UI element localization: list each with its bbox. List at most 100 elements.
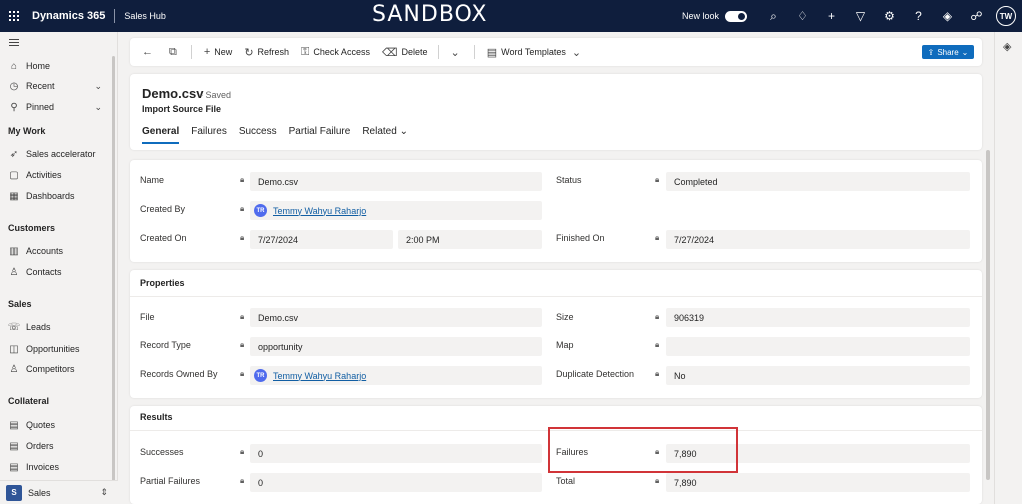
lock-icon: 🔒︎ xyxy=(655,175,660,184)
share-button[interactable]: ⇪ Share ⌄ xyxy=(922,45,974,59)
sidebar-scrollbar[interactable] xyxy=(112,56,115,496)
lock-icon: 🔒︎ xyxy=(240,369,245,378)
created-by-field[interactable]: TR Temmy Wahyu Raharjo xyxy=(250,201,542,220)
lock-icon: 🔒︎ xyxy=(240,312,245,321)
created-on-date-field[interactable]: 7/27/2024 xyxy=(250,230,393,249)
refresh-label: Refresh xyxy=(257,47,290,57)
sidebar-item-activities[interactable]: ▢ Activities xyxy=(0,166,110,184)
pin-icon: ⚲ xyxy=(10,101,18,113)
tab-related[interactable]: Related ⌄ xyxy=(362,126,408,144)
competitor-icon: ♙ xyxy=(9,363,19,375)
tab-failures[interactable]: Failures xyxy=(191,126,227,144)
created-on-label: Created On xyxy=(140,233,187,243)
sidebar-item-contacts[interactable]: ♙ Contacts xyxy=(0,263,110,281)
brand-name[interactable]: Dynamics 365 xyxy=(32,10,105,22)
divider xyxy=(473,45,475,59)
sidebar-item-invoices[interactable]: ▤ Invoices xyxy=(0,458,110,476)
word-templates-button[interactable]: ▤ Word Templates ⌄ xyxy=(487,46,585,59)
record-type-label: Record Type xyxy=(140,340,191,350)
lightbulb-icon[interactable]: ♢ xyxy=(788,9,817,23)
duplicate-detection-field[interactable]: No xyxy=(666,366,970,385)
record-type-field[interactable]: opportunity xyxy=(250,337,542,356)
tab-list: General Failures Success Partial Failure… xyxy=(142,126,420,144)
quote-icon: ▤ xyxy=(9,419,19,431)
lock-icon: 🔒︎ xyxy=(240,476,245,485)
chevron-down-icon[interactable]: ⌄ xyxy=(94,102,102,113)
sidebar-item-recent[interactable]: ◷ Recent ⌄ xyxy=(0,77,110,95)
records-owned-by-label: Records Owned By xyxy=(140,369,218,379)
check-access-button[interactable]: ⚿ Check Access xyxy=(301,46,370,59)
file-field[interactable]: Demo.csv xyxy=(250,308,542,327)
delete-button[interactable]: ⌫ Delete xyxy=(382,46,428,59)
size-field[interactable]: 906319 xyxy=(666,308,970,327)
records-owned-by-field[interactable]: TR Temmy Wahyu Raharjo xyxy=(250,366,542,385)
plus-icon[interactable]: + xyxy=(817,9,846,23)
app-name[interactable]: Sales Hub xyxy=(124,11,166,21)
sidebar-item-opportunities[interactable]: ◫ Opportunities xyxy=(0,340,110,358)
share-icon: ⇪ xyxy=(927,47,935,57)
main-scrollbar[interactable] xyxy=(986,150,990,480)
home-icon: ⌂ xyxy=(10,60,18,72)
finished-on-label: Finished On xyxy=(556,233,605,243)
activities-icon: ▢ xyxy=(9,169,19,181)
sidebar-item-competitors[interactable]: ♙ Competitors xyxy=(0,360,110,378)
status-label: Status xyxy=(556,175,582,185)
copilot-icon[interactable]: ◈ xyxy=(1003,40,1011,53)
environment-label: SANDBOX xyxy=(372,2,488,27)
sidebar-item-label: Contacts xyxy=(26,267,62,277)
chevron-down-icon[interactable]: ⌄ xyxy=(94,81,102,92)
nav-group-collateral: Collateral xyxy=(8,396,50,406)
status-field[interactable]: Completed xyxy=(666,172,970,191)
new-look-toggle[interactable] xyxy=(725,10,747,22)
name-field[interactable]: Demo.csv xyxy=(250,172,542,191)
records-owned-by-link[interactable]: Temmy Wahyu Raharjo xyxy=(273,371,366,381)
partial-failures-field[interactable]: 0 xyxy=(250,473,542,492)
successes-field[interactable]: 0 xyxy=(250,444,542,463)
user-initials-badge: TR xyxy=(254,204,267,217)
created-by-link[interactable]: Temmy Wahyu Raharjo xyxy=(273,206,366,216)
open-new-window-button[interactable]: ⧉ xyxy=(169,46,181,59)
sidebar-item-sales-accelerator[interactable]: ➶ Sales accelerator xyxy=(0,145,110,163)
file-label: File xyxy=(140,312,155,322)
total-field[interactable]: 7,890 xyxy=(666,473,970,492)
hamburger-icon[interactable] xyxy=(9,39,19,48)
tab-success[interactable]: Success xyxy=(239,126,277,144)
refresh-button[interactable]: ↻ Refresh xyxy=(244,46,289,59)
tab-partial-failure[interactable]: Partial Failure xyxy=(289,126,351,144)
filter-icon[interactable]: ▽ xyxy=(846,9,875,23)
sidebar-item-label: Orders xyxy=(26,441,54,451)
chevron-down-icon: ⌄ xyxy=(571,46,582,59)
section-title: Results xyxy=(140,412,173,422)
tab-general[interactable]: General xyxy=(142,126,180,144)
sidebar-item-label: Leads xyxy=(26,322,51,332)
search-icon[interactable]: ⌕ xyxy=(759,9,788,24)
sidebar-item-home[interactable]: ⌂ Home xyxy=(0,57,110,75)
user-initials-badge: TR xyxy=(254,369,267,382)
person-icon: ♙ xyxy=(9,266,19,278)
sidebar-item-accounts[interactable]: ▥ Accounts xyxy=(0,242,110,260)
sidebar-item-pinned[interactable]: ⚲ Pinned ⌄ xyxy=(0,98,110,116)
user-avatar[interactable]: TW xyxy=(996,6,1016,26)
remote-assist-icon[interactable]: ☍ xyxy=(962,9,991,23)
map-field[interactable] xyxy=(666,337,970,356)
delete-label: Delete xyxy=(401,47,428,57)
new-button[interactable]: + New xyxy=(204,46,232,58)
created-on-time-field[interactable]: 2:00 PM xyxy=(398,230,542,249)
settings-icon[interactable]: ⚙ xyxy=(875,9,904,23)
area-badge: S xyxy=(6,484,22,501)
sidebar-item-leads[interactable]: ☏ Leads xyxy=(0,318,110,336)
sidebar-item-quotes[interactable]: ▤ Quotes xyxy=(0,416,110,434)
finished-on-field[interactable]: 7/27/2024 xyxy=(666,230,970,249)
duplicate-detection-label: Duplicate Detection xyxy=(556,369,635,379)
area-switcher[interactable]: S Sales ⇕ xyxy=(0,480,118,504)
app-launcher-icon[interactable] xyxy=(0,0,28,32)
sidebar-item-dashboards[interactable]: ▦ Dashboards xyxy=(0,187,110,205)
sidebar-item-label: Sales accelerator xyxy=(26,149,96,159)
sidebar-item-orders[interactable]: ▤ Orders xyxy=(0,437,110,455)
divider xyxy=(130,296,982,297)
copilot-icon[interactable]: ◈ xyxy=(933,9,962,23)
more-dropdown-button[interactable]: ⌄ xyxy=(451,46,464,59)
back-button[interactable]: ← xyxy=(142,46,157,58)
help-icon[interactable]: ? xyxy=(904,9,933,23)
general-section: Name 🔒︎ Demo.csv Created By 🔒︎ TR Temmy … xyxy=(130,160,982,262)
